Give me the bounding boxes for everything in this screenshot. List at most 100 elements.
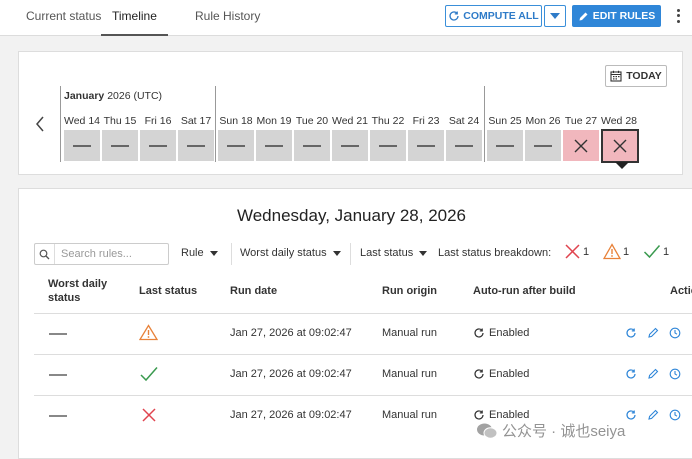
- run-origin: Manual run: [382, 368, 438, 380]
- row-actions: [625, 368, 681, 380]
- day-cell[interactable]: [178, 130, 214, 161]
- auto-run-status: Enabled: [473, 327, 529, 339]
- day-cell[interactable]: [525, 130, 561, 161]
- no-data-dash: [227, 144, 245, 147]
- watermark: 公众号 · 诚也seiya: [476, 420, 625, 441]
- no-data-dash: [265, 144, 283, 147]
- day-cell[interactable]: [294, 130, 330, 161]
- more-menu-icon[interactable]: [673, 6, 683, 26]
- row-actions: [625, 327, 681, 339]
- run-date: Jan 27, 2026 at 09:02:47: [230, 368, 352, 380]
- calendar-icon: [610, 70, 622, 82]
- edit-rules-button[interactable]: EDIT RULES: [572, 5, 661, 27]
- breakdown-error-count: 1: [583, 245, 590, 258]
- day-label: Mon 19: [256, 115, 292, 127]
- warning-icon: [603, 243, 621, 260]
- col-header-run-date[interactable]: Run date: [230, 284, 277, 298]
- col-header-actions: Actio: [670, 285, 692, 297]
- run-rule-icon[interactable]: [625, 327, 637, 339]
- history-icon[interactable]: [669, 409, 681, 421]
- breakdown-ok[interactable]: 1: [643, 243, 669, 260]
- day-cell[interactable]: [408, 130, 444, 161]
- day-cell[interactable]: [487, 130, 523, 161]
- day-title: Wednesday, January 28, 2026: [236, 206, 467, 225]
- run-rule-icon[interactable]: [625, 409, 637, 421]
- day-label: Wed 14: [64, 115, 100, 127]
- day-cell[interactable]: [332, 130, 368, 161]
- no-data-dash: [187, 144, 205, 147]
- day-label: Tue 20: [295, 115, 329, 127]
- week-divider: [215, 86, 216, 162]
- col-header-run-origin[interactable]: Run origin: [382, 284, 437, 298]
- rule-filter-dropdown[interactable]: Rule: [181, 247, 218, 259]
- no-data-dash: [73, 144, 91, 147]
- worst-status-dash: [49, 374, 67, 376]
- error-x-icon: [142, 408, 156, 422]
- day-cell[interactable]: [256, 130, 292, 161]
- caret-down-icon: [419, 250, 428, 256]
- checkmark-icon: [643, 245, 661, 259]
- run-origin: Manual run: [382, 327, 438, 339]
- worst-status-dash: [49, 415, 67, 417]
- row-actions: [625, 409, 681, 421]
- compute-all-button[interactable]: COMPUTE ALL: [445, 5, 542, 27]
- day-cell[interactable]: [446, 130, 482, 161]
- day-label: Sat 17: [180, 115, 212, 127]
- col-header-last-status[interactable]: Last status: [139, 284, 197, 298]
- col-header-worst-status[interactable]: Worst daily status: [48, 277, 107, 305]
- today-label: TODAY: [626, 70, 662, 82]
- day-cell-error[interactable]: [563, 130, 599, 161]
- history-icon[interactable]: [669, 327, 681, 339]
- row-divider: [34, 354, 692, 355]
- no-data-dash: [303, 144, 321, 147]
- chevron-left-icon[interactable]: [35, 116, 45, 137]
- filter-divider: [350, 243, 351, 265]
- run-date: Jan 27, 2026 at 09:02:47: [230, 409, 352, 421]
- edit-icon[interactable]: [647, 409, 659, 421]
- day-cell[interactable]: [102, 130, 138, 161]
- day-cell[interactable]: [64, 130, 100, 161]
- last-status-filter-dropdown[interactable]: Last status: [360, 247, 428, 259]
- day-cell[interactable]: [218, 130, 254, 161]
- breakdown-warning[interactable]: 1: [603, 243, 629, 260]
- search-box[interactable]: [34, 243, 169, 265]
- tab-timeline[interactable]: Timeline: [101, 0, 168, 36]
- breakdown-warning-count: 1: [623, 245, 630, 258]
- day-cell-selected[interactable]: [601, 129, 639, 163]
- no-data-dash: [496, 144, 514, 147]
- timeline-panel: TODAY January 2026 (UTC) Wed 14 Thu 15 F…: [18, 51, 683, 175]
- no-data-dash: [111, 144, 129, 147]
- breakdown-label: Last status breakdown:: [438, 247, 552, 259]
- breakdown-ok-count: 1: [663, 245, 670, 258]
- day-details-panel: Wednesday, January 28, 2026 Rule Worst d…: [18, 188, 692, 459]
- error-x-icon: [565, 244, 580, 259]
- refresh-icon: [474, 369, 484, 379]
- week-divider: [484, 86, 485, 162]
- breakdown-error[interactable]: 1: [564, 243, 589, 260]
- day-label: Wed 28: [601, 115, 637, 127]
- today-button[interactable]: TODAY: [605, 65, 667, 87]
- refresh-icon: [474, 328, 484, 338]
- history-icon[interactable]: [669, 368, 681, 380]
- tab-current-status[interactable]: Current status: [26, 0, 101, 36]
- worst-status-filter-dropdown[interactable]: Worst daily status: [240, 247, 341, 259]
- day-cell[interactable]: [370, 130, 406, 161]
- edit-icon[interactable]: [647, 368, 659, 380]
- day-label: Fri 23: [412, 115, 440, 127]
- refresh-icon: [449, 11, 459, 21]
- search-input[interactable]: [55, 248, 165, 260]
- close-icon: [613, 139, 627, 153]
- run-origin: Manual run: [382, 409, 438, 421]
- top-bar: Current status Timeline Rule History COM…: [0, 0, 692, 36]
- day-label: Sun 25: [488, 115, 522, 127]
- run-rule-icon[interactable]: [625, 368, 637, 380]
- day-label: Thu 22: [371, 115, 405, 127]
- selection-pointer: [615, 162, 629, 169]
- tab-rule-history[interactable]: Rule History: [195, 0, 260, 36]
- row-divider: [34, 395, 692, 396]
- day-cell[interactable]: [140, 130, 176, 161]
- pencil-icon: [579, 12, 588, 20]
- edit-icon[interactable]: [647, 327, 659, 339]
- col-header-auto-run[interactable]: Auto-run after build: [473, 284, 576, 298]
- compute-options-button[interactable]: [544, 5, 566, 27]
